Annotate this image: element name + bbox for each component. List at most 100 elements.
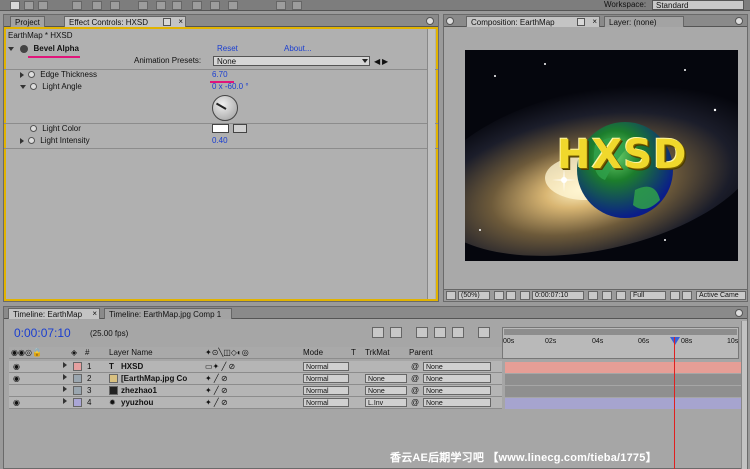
- tab-layer[interactable]: Layer: (none): [604, 16, 684, 27]
- tab-timeline-comp1[interactable]: Timeline: EarthMap.jpg Comp 1: [104, 308, 232, 319]
- trkmat-select[interactable]: None: [365, 374, 407, 383]
- mode-select[interactable]: Normal: [303, 362, 349, 371]
- disclosure-triangle-icon[interactable]: [63, 374, 67, 380]
- light-intensity-value[interactable]: 0.40: [212, 136, 228, 145]
- frame-blending-icon[interactable]: [416, 327, 428, 338]
- camera-view-select[interactable]: Active Came: [696, 291, 746, 300]
- world-axis-icon[interactable]: [292, 1, 302, 10]
- table-row[interactable]: ◉ 2 [EarthMap.jpg Co ✦ ╱ ⊘ Normal None @…: [9, 373, 502, 385]
- comp-flowchart-icon[interactable]: [478, 327, 490, 338]
- snapshot-icon[interactable]: [520, 291, 530, 300]
- parent-select[interactable]: None: [423, 398, 491, 407]
- pickwhip-icon[interactable]: @: [411, 362, 419, 371]
- visibility-eye-icon[interactable]: ◉: [13, 398, 20, 407]
- layer-name[interactable]: [EarthMap.jpg Co: [121, 374, 187, 383]
- camera-tool-icon[interactable]: [92, 1, 102, 10]
- label-color-swatch[interactable]: [73, 374, 82, 383]
- tab-composition[interactable]: Composition: EarthMap ×: [466, 16, 600, 27]
- disclosure-triangle-icon[interactable]: [20, 71, 24, 78]
- brush-tool-icon[interactable]: [192, 1, 202, 10]
- pan-behind-tool-icon[interactable]: [110, 1, 120, 10]
- region-of-interest-icon[interactable]: [670, 291, 680, 300]
- clone-stamp-tool-icon[interactable]: [210, 1, 220, 10]
- layer-name[interactable]: HXSD: [121, 362, 143, 371]
- work-area-bar[interactable]: [504, 329, 737, 335]
- zoom-select[interactable]: (50%): [458, 291, 490, 300]
- always-preview-icon[interactable]: [446, 291, 456, 300]
- layer-duration-bar[interactable]: [505, 386, 741, 397]
- workspace-select[interactable]: Standard: [652, 0, 744, 10]
- layer-switches-icon[interactable]: ✦ ╱ ⊘: [205, 386, 228, 395]
- zoom-tool-icon[interactable]: [38, 1, 48, 10]
- layer-duration-bar[interactable]: [505, 398, 741, 409]
- layer-name[interactable]: yyuzhou: [121, 398, 153, 407]
- layer-name[interactable]: zhezhao1: [121, 386, 157, 395]
- layer-switches-icon[interactable]: ✦ ╱ ⊘: [205, 374, 228, 383]
- safe-zones-icon[interactable]: [494, 291, 504, 300]
- trkmat-select[interactable]: None: [365, 386, 407, 395]
- parent-select[interactable]: None: [423, 374, 491, 383]
- comp-marker-icon[interactable]: [372, 327, 384, 338]
- current-time-display[interactable]: 0:00:07:10: [14, 326, 71, 340]
- edge-thickness-value[interactable]: 6.70: [212, 70, 228, 79]
- visibility-eye-icon[interactable]: ◉: [13, 374, 20, 383]
- stopwatch-icon[interactable]: [30, 83, 37, 91]
- panel-menu-icon[interactable]: [426, 17, 434, 25]
- angle-dial[interactable]: [212, 95, 238, 121]
- eraser-tool-icon[interactable]: [228, 1, 238, 10]
- table-row[interactable]: ◉ 1 T HXSD ▭✦ ╱ ⊘ Normal @ None: [9, 361, 502, 373]
- light-angle-value[interactable]: 0 x -60.0 °: [212, 82, 249, 91]
- preset-prev-icon[interactable]: ◀: [374, 57, 380, 66]
- fx-icon[interactable]: [20, 44, 29, 53]
- label-color-swatch[interactable]: [73, 362, 82, 371]
- scrollbar[interactable]: [741, 321, 747, 469]
- tab-menu-icon[interactable]: [577, 18, 585, 26]
- pickwhip-icon[interactable]: @: [411, 374, 419, 383]
- tab-timeline-earthmap[interactable]: Timeline: EarthMap ×: [8, 308, 100, 319]
- axis-mode-icon[interactable]: [276, 1, 286, 10]
- mode-select[interactable]: Normal: [303, 386, 349, 395]
- time-ruler[interactable]: 00s 02s 04s 06s 08s 10s: [502, 327, 739, 359]
- close-icon[interactable]: ×: [592, 17, 597, 26]
- layer-switches-icon[interactable]: ▭✦ ╱ ⊘: [205, 362, 235, 371]
- reset-link[interactable]: Reset: [217, 44, 238, 53]
- scrollbar[interactable]: [427, 29, 435, 299]
- animation-presets-select[interactable]: None: [213, 56, 370, 66]
- visibility-eye-icon[interactable]: ◉: [13, 362, 20, 371]
- mode-select[interactable]: Normal: [303, 374, 349, 383]
- effect-header-row[interactable]: Bevel Alpha Reset About...: [8, 44, 434, 56]
- stopwatch-icon[interactable]: [30, 125, 37, 133]
- panel-menu-icon[interactable]: [735, 17, 743, 25]
- table-row[interactable]: 3 zhezhao1 ✦ ╱ ⊘ Normal None @ None: [9, 385, 502, 397]
- layer-name-column-header[interactable]: Layer Name: [109, 348, 153, 357]
- timecode-display[interactable]: 0:00:07:10: [532, 291, 584, 300]
- trkmat-select[interactable]: L.Inv: [365, 398, 407, 407]
- transparency-grid-icon[interactable]: [682, 291, 692, 300]
- light-color-swatch[interactable]: [212, 124, 229, 133]
- tab-menu-icon[interactable]: [163, 18, 171, 26]
- panel-menu-icon[interactable]: [446, 17, 454, 25]
- disclosure-triangle-icon[interactable]: [8, 46, 14, 51]
- disclosure-triangle-icon[interactable]: [20, 84, 26, 89]
- mask-tool-icon[interactable]: [138, 1, 148, 10]
- layer-duration-bar[interactable]: [505, 362, 741, 373]
- hand-tool-icon[interactable]: [24, 1, 34, 10]
- disclosure-triangle-icon[interactable]: [20, 137, 24, 144]
- pickwhip-icon[interactable]: @: [411, 398, 419, 407]
- light-intensity-row[interactable]: Light Intensity 0.40: [20, 136, 430, 148]
- graph-editor-icon[interactable]: [452, 327, 464, 338]
- shy-layers-icon[interactable]: [390, 327, 402, 338]
- pickwhip-icon[interactable]: @: [411, 386, 419, 395]
- label-color-swatch[interactable]: [73, 386, 82, 395]
- text-tool-icon[interactable]: [172, 1, 182, 10]
- mode-select[interactable]: Normal: [303, 398, 349, 407]
- eyedropper-icon[interactable]: [233, 124, 247, 133]
- motion-blur-icon[interactable]: [434, 327, 446, 338]
- mask-visibility-icon[interactable]: [506, 291, 516, 300]
- table-row[interactable]: ◉ 4 ✹ yyuzhou ✦ ╱ ⊘ Normal L.Inv @ None: [9, 397, 502, 409]
- preset-next-icon[interactable]: ▶: [382, 57, 388, 66]
- panel-menu-icon[interactable]: [735, 309, 743, 317]
- tab-effect-controls[interactable]: Effect Controls: HXSD ×: [64, 16, 186, 27]
- color-channel-icon[interactable]: [616, 291, 626, 300]
- camera-snapshot-icon[interactable]: [588, 291, 598, 300]
